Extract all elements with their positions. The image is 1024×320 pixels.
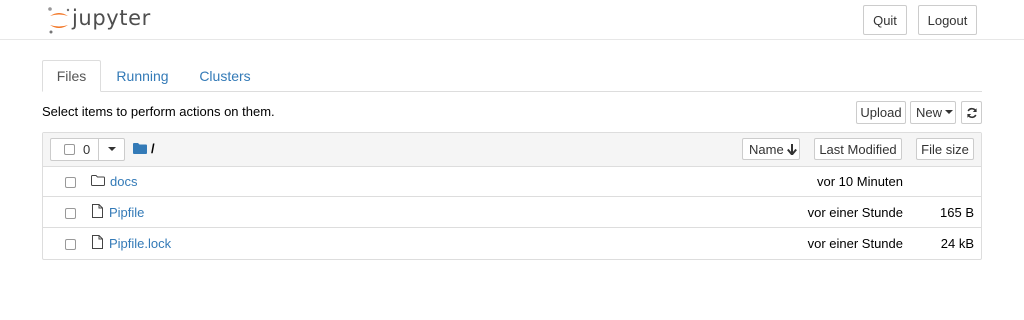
selected-count: 0 (83, 142, 91, 157)
list-item[interactable]: docs vor 10 Minuten (43, 166, 981, 197)
new-dropdown-button[interactable]: New (910, 101, 956, 124)
tab-files[interactable]: Files (42, 60, 101, 92)
arrow-down-icon (786, 143, 797, 155)
last-modified: vor einer Stunde (807, 236, 903, 251)
file-name-link[interactable]: Pipfile (109, 205, 144, 220)
folder-outline-icon (91, 175, 105, 186)
logout-button[interactable]: Logout (918, 5, 977, 35)
file-name-link[interactable]: Pipfile.lock (109, 236, 171, 251)
select-dropdown-button[interactable] (98, 138, 125, 161)
tab-clusters[interactable]: Clusters (190, 60, 260, 91)
sort-name-label: Name (749, 141, 784, 157)
selection-hint: Select items to perform actions on them. (42, 104, 275, 119)
row-checkbox[interactable] (65, 177, 76, 188)
folder-icon[interactable] (133, 143, 147, 154)
header-bar: jupyter Quit Logout (0, 0, 1024, 40)
file-list-header: 0 / Name Last Modified File size (43, 133, 981, 167)
tab-bar: Files Running Clusters (42, 60, 982, 92)
last-modified: vor einer Stunde (807, 205, 903, 220)
upload-button[interactable]: Upload (856, 101, 906, 124)
file-name-link[interactable]: docs (110, 174, 137, 189)
caret-down-icon (945, 110, 954, 114)
jupyter-logo-icon (48, 7, 70, 34)
select-all-button[interactable]: 0 (50, 138, 99, 161)
file-list-panel: 0 / Name Last Modified File size docs vo… (42, 132, 982, 260)
row-checkbox[interactable] (65, 208, 76, 219)
list-item[interactable]: Pipfile vor einer Stunde 165 B (43, 197, 981, 228)
quit-button[interactable]: Quit (863, 5, 907, 35)
file-size: 165 B (940, 205, 974, 220)
sort-by-last-modified-button[interactable]: Last Modified (814, 138, 902, 160)
jupyter-logo[interactable]: jupyter (46, 5, 151, 35)
select-all-checkbox[interactable] (64, 144, 75, 155)
row-checkbox[interactable] (65, 239, 76, 250)
refresh-icon (966, 107, 977, 118)
file-outline-icon (92, 235, 103, 249)
breadcrumb-root[interactable]: / (151, 141, 155, 156)
new-label: New (916, 105, 943, 120)
last-modified: vor 10 Minuten (817, 174, 903, 189)
caret-down-icon (107, 147, 116, 151)
tab-running[interactable]: Running (106, 60, 179, 91)
logo-text: jupyter (72, 6, 151, 30)
sort-by-file-size-button[interactable]: File size (916, 138, 974, 160)
sort-by-name-button[interactable]: Name (742, 138, 800, 160)
file-outline-icon (92, 204, 103, 218)
file-size: 24 kB (940, 236, 974, 251)
refresh-button[interactable] (961, 101, 982, 124)
list-item[interactable]: Pipfile.lock vor einer Stunde 24 kB (43, 228, 981, 259)
